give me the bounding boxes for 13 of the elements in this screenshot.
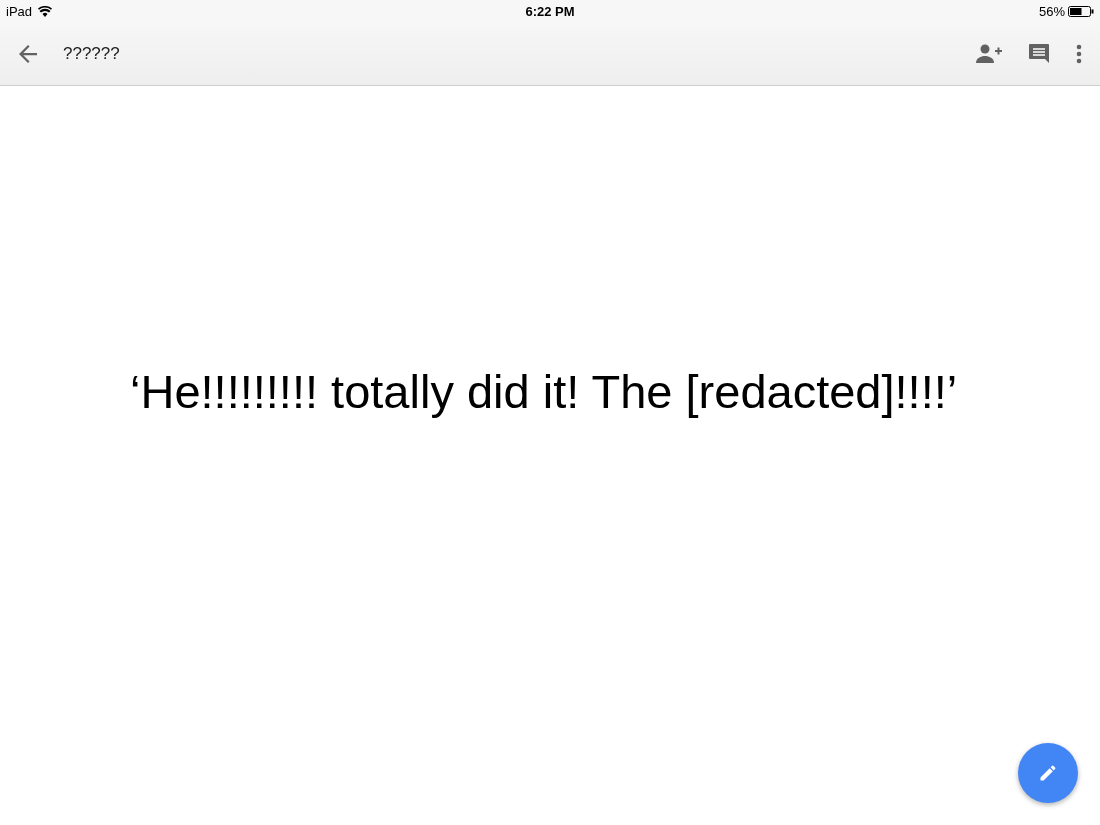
add-person-icon[interactable] bbox=[976, 43, 1002, 64]
clock-time: 6:22 PM bbox=[525, 3, 575, 19]
device-name: iPad bbox=[6, 3, 33, 19]
more-menu-icon[interactable] bbox=[1076, 43, 1082, 64]
pencil-icon bbox=[1038, 763, 1058, 783]
wifi-icon bbox=[38, 5, 53, 17]
slide-text: ‘He!!!!!!!!! totally did it! The [redacted]!!!!’ bbox=[130, 364, 958, 419]
back-arrow-icon[interactable] bbox=[19, 44, 37, 63]
battery-icon bbox=[1068, 5, 1094, 17]
document-title: ?????? bbox=[63, 43, 120, 64]
edit-button[interactable] bbox=[1018, 743, 1078, 803]
comment-icon[interactable] bbox=[1028, 42, 1050, 65]
battery-percent: 56% bbox=[1038, 3, 1065, 19]
